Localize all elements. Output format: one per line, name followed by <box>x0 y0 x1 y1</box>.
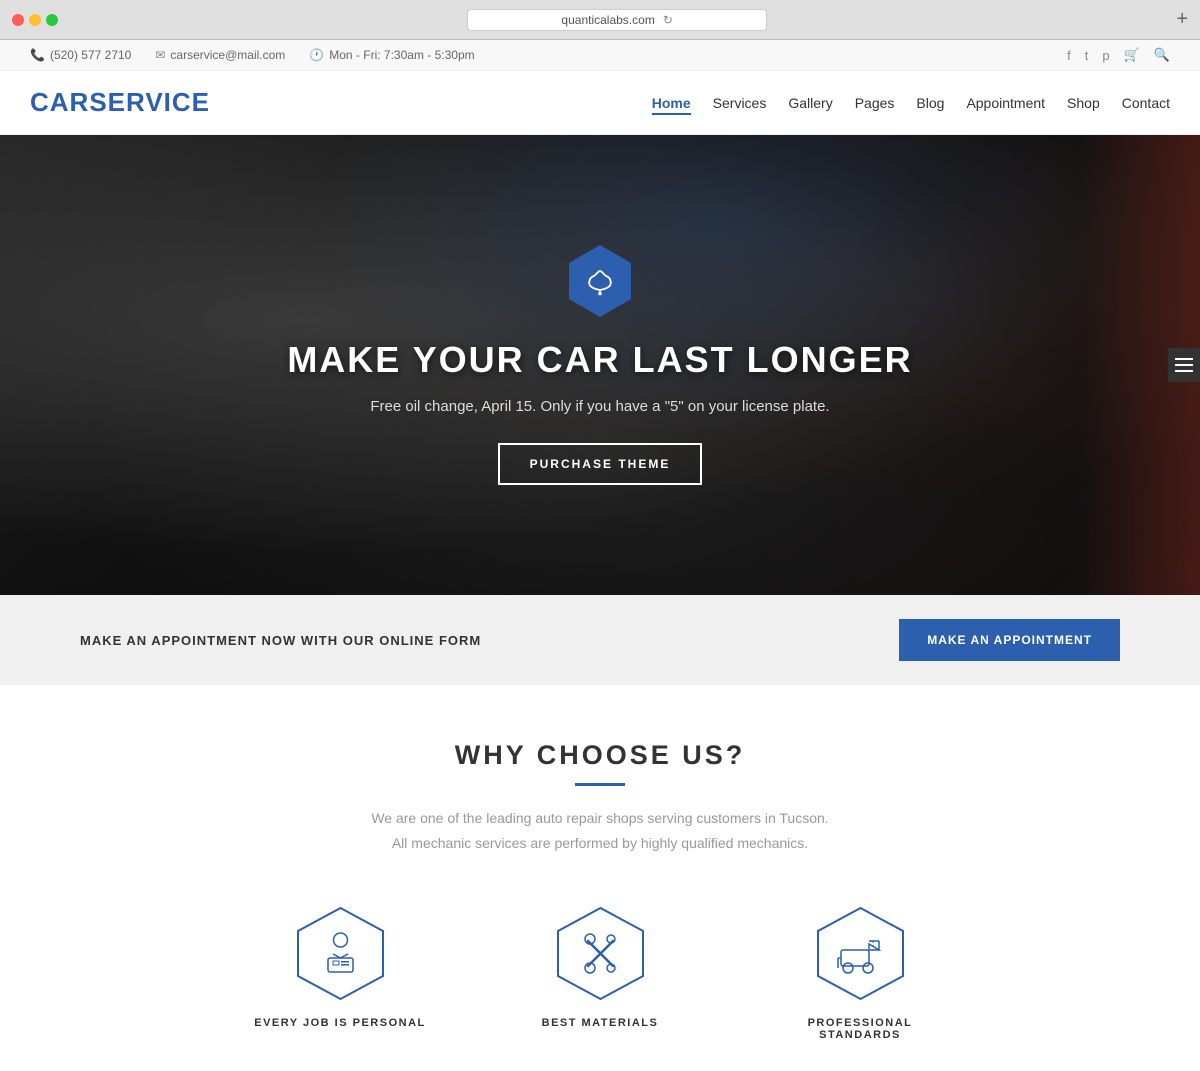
feature-standards: PROFESSIONAL STANDARDS <box>770 906 950 1041</box>
phone-icon: 📞 <box>30 48 45 62</box>
search-icon[interactable]: 🔍 <box>1154 47 1170 63</box>
cart-icon[interactable]: 🛒 <box>1124 47 1140 63</box>
logo[interactable]: CARSERVICE <box>30 87 210 118</box>
reload-icon[interactable]: ↻ <box>663 13 673 27</box>
features-container: EVERY JOB IS PERSONAL BEST MATERIALS <box>30 906 1170 1041</box>
appointment-bar: MAKE AN APPOINTMENT NOW WITH OUR ONLINE … <box>0 595 1200 685</box>
hero-title: MAKE YOUR CAR LAST LONGER <box>287 339 912 381</box>
feature-personal: EVERY JOB IS PERSONAL <box>250 906 430 1041</box>
email-info: ✉ carservice@mail.com <box>155 48 285 62</box>
why-subtitle: We are one of the leading auto repair sh… <box>340 806 860 856</box>
browser-chrome: quanticalabs.com ↻ + <box>0 0 1200 40</box>
url-text: quanticalabs.com <box>561 13 654 27</box>
hero-content: MAKE YOUR CAR LAST LONGER Free oil chang… <box>287 245 912 485</box>
car-droplet-icon <box>582 263 618 299</box>
facebook-icon[interactable]: f <box>1067 48 1071 63</box>
new-tab-button[interactable]: + <box>1176 8 1188 31</box>
maximize-dot[interactable] <box>46 14 58 26</box>
url-bar[interactable]: quanticalabs.com ↻ <box>467 9 767 31</box>
minimize-dot[interactable] <box>29 14 41 26</box>
phone-number: (520) 577 2710 <box>50 48 131 62</box>
feature-materials-hex <box>553 906 648 1001</box>
nav-shop[interactable]: Shop <box>1067 95 1100 111</box>
hours-text: Mon - Fri: 7:30am - 5:30pm <box>329 48 474 62</box>
main-nav: CARSERVICE Home Services Gallery Pages B… <box>0 71 1200 135</box>
why-title: WHY CHOOSE US? <box>30 740 1170 771</box>
top-bar: 📞 (520) 577 2710 ✉ carservice@mail.com 🕐… <box>0 40 1200 71</box>
nav-blog[interactable]: Blog <box>916 95 944 111</box>
feature-standards-hex <box>813 906 908 1001</box>
twitter-icon[interactable]: t <box>1085 48 1089 63</box>
phone-info: 📞 (520) 577 2710 <box>30 48 131 62</box>
pinterest-icon[interactable]: p <box>1102 48 1109 63</box>
nav-gallery[interactable]: Gallery <box>788 95 832 111</box>
email-address: carservice@mail.com <box>170 48 285 62</box>
feature-standards-label: PROFESSIONAL STANDARDS <box>770 1017 950 1041</box>
hero-subtitle: Free oil change, April 15. Only if you h… <box>370 395 829 419</box>
clock-icon: 🕐 <box>309 48 324 62</box>
appointment-bar-text: MAKE AN APPOINTMENT NOW WITH OUR ONLINE … <box>80 633 481 648</box>
hero-hexagon-icon <box>564 245 636 317</box>
sidebar-toggle-button[interactable] <box>1168 348 1200 382</box>
nav-services[interactable]: Services <box>713 95 767 111</box>
make-appointment-button[interactable]: MAKE AN APPOINTMENT <box>899 619 1120 661</box>
hero-section: MAKE YOUR CAR LAST LONGER Free oil chang… <box>0 135 1200 595</box>
feature-personal-label: EVERY JOB IS PERSONAL <box>254 1017 425 1029</box>
feature-materials-label: BEST MATERIALS <box>542 1017 659 1029</box>
why-subtitle-line1: We are one of the leading auto repair sh… <box>371 810 828 826</box>
feature-personal-hex <box>293 906 388 1001</box>
nav-pages[interactable]: Pages <box>855 95 895 111</box>
browser-dots <box>12 14 58 26</box>
feature-materials: BEST MATERIALS <box>510 906 690 1041</box>
close-dot[interactable] <box>12 14 24 26</box>
why-subtitle-line2: All mechanic services are performed by h… <box>392 835 808 851</box>
why-choose-section: WHY CHOOSE US? We are one of the leading… <box>0 685 1200 1071</box>
purchase-theme-button[interactable]: PURCHASE THEME <box>498 443 703 485</box>
why-divider <box>575 783 625 786</box>
nav-home[interactable]: Home <box>652 95 691 115</box>
nav-contact[interactable]: Contact <box>1122 95 1170 111</box>
main-nav-links: Home Services Gallery Pages Blog Appoint… <box>652 95 1170 111</box>
nav-appointment[interactable]: Appointment <box>966 95 1045 111</box>
email-icon: ✉ <box>155 48 165 62</box>
hours-info: 🕐 Mon - Fri: 7:30am - 5:30pm <box>309 48 474 62</box>
